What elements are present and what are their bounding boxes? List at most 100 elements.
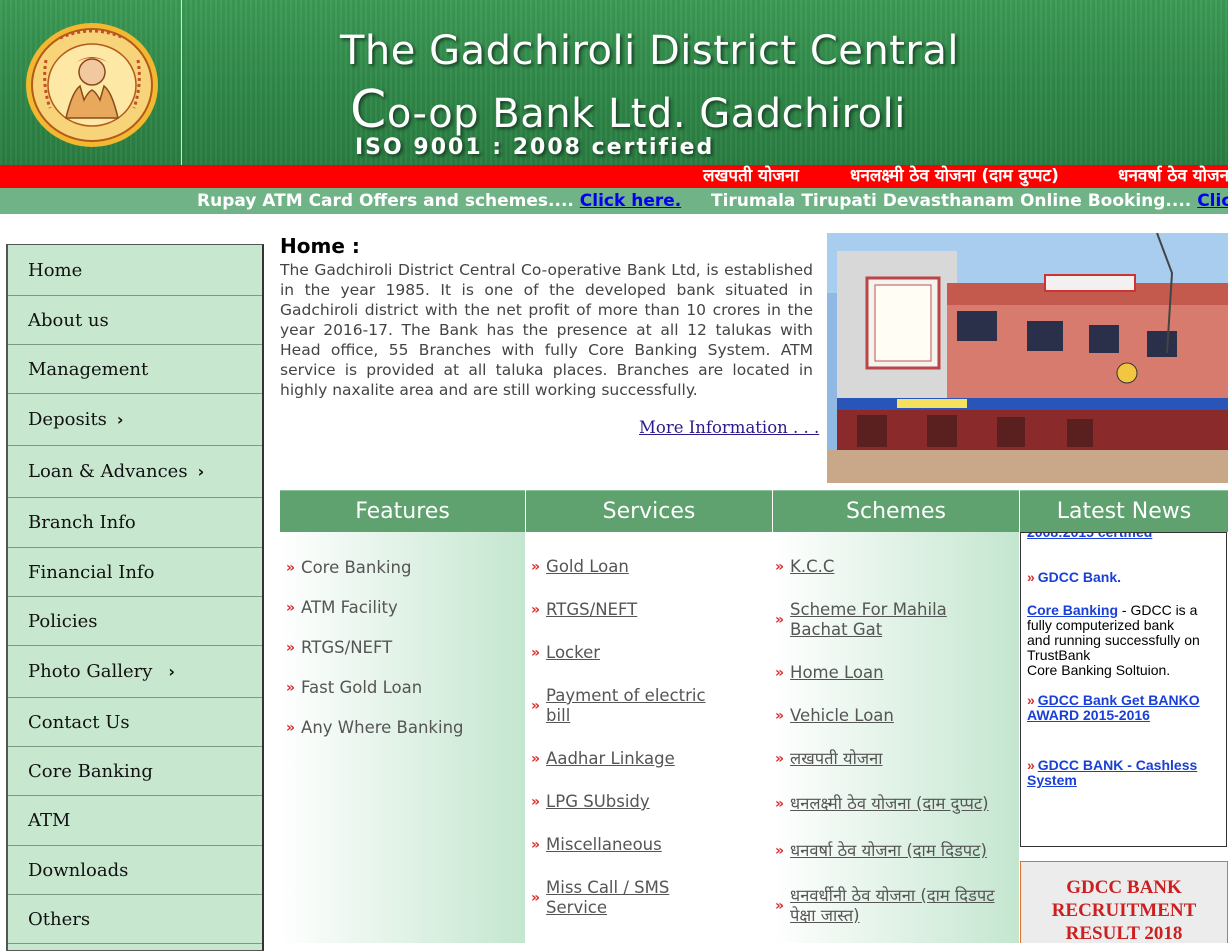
bank-emblem-seal-icon (26, 23, 158, 147)
news-scrolled-item[interactable]: 2008:2015 certified (1027, 533, 1152, 540)
nav-item-photo-gallery[interactable]: Photo Gallery › (8, 646, 262, 698)
arrow-bullet-icon: » (531, 602, 541, 618)
features-list: » Core Banking » ATM Facility » RTGS/NEFT »… (280, 532, 525, 943)
more-information-link[interactable]: More Information . . . (639, 418, 819, 437)
nav-item-core-banking[interactable]: Core Banking (8, 747, 262, 796)
intro-paragraph: The Gadchiroli District Central Co-opera… (280, 261, 813, 399)
nav-item-home[interactable]: Home (8, 245, 262, 296)
nav-item-label: Policies (28, 610, 98, 632)
bank-logo[interactable] (0, 0, 182, 165)
scheme-link-lakhpati[interactable]: लखपती योजना (790, 749, 883, 769)
list-item: » RTGS/NEFT (531, 600, 637, 620)
ticker-offer-ttd: Tirumala Tirupati Devasthanam Online Boo… (711, 188, 1228, 214)
arrow-bullet-icon: » (531, 698, 541, 714)
list-item: » Miss Call / SMS Service (531, 878, 706, 918)
ticker-offer-text: Tirumala Tirupati Devasthanam Online Boo… (711, 191, 1192, 211)
arrow-bullet-icon: » (286, 560, 296, 576)
list-item: » LPG SUbsidy (531, 792, 650, 812)
nav-item-others[interactable]: Others (8, 895, 262, 944)
recruitment-result-banner[interactable]: GDCC BANK RECRUITMENT RESULT 2018 (1020, 861, 1228, 944)
feature-label: ATM Facility (301, 598, 398, 617)
service-link-rtgs-neft[interactable]: RTGS/NEFT (546, 600, 637, 620)
nav-item-label: Downloads (28, 859, 129, 881)
scheme-link-kcc[interactable]: K.C.C (790, 557, 834, 577)
scheme-link-vehicle-loan[interactable]: Vehicle Loan (790, 706, 894, 726)
list-item: » Gold Loan (531, 557, 629, 577)
arrow-bullet-icon: » (286, 640, 296, 656)
nav-item-financial-info[interactable]: Financial Info (8, 548, 262, 597)
arrow-bullet-icon: » (1027, 692, 1035, 708)
list-item: » Home Loan (775, 663, 884, 683)
scheme-link-dhanvarsha[interactable]: धनवर्षा ठेव योजना (दाम दिडपट) (790, 841, 987, 861)
arrow-bullet-icon: » (775, 612, 785, 628)
nav-item-label: Others (28, 908, 91, 930)
arrow-bullet-icon: » (286, 600, 296, 616)
ticker-click-link[interactable]: Click (1197, 191, 1228, 211)
nav-item-management[interactable]: Management (8, 345, 262, 394)
service-link-locker[interactable]: Locker (546, 643, 600, 663)
scheme-link-dhanvardhini[interactable]: धनवर्धीनी ठेव योजना (दाम दिडपट पेक्षा जा… (790, 886, 1013, 926)
nav-item-downloads[interactable]: Downloads (8, 846, 262, 895)
scheme-link-mahila-bachat[interactable]: Scheme For Mahila Bachat Gat (790, 600, 975, 640)
nav-item-label: Financial Info (28, 561, 155, 583)
nav-item-contact-us[interactable]: Contact Us (8, 698, 262, 747)
service-link-gold-loan[interactable]: Gold Loan (546, 557, 629, 577)
ticker-item[interactable]: धनवर्षा ठेव योजना (1118, 165, 1228, 188)
schemes-list: » K.C.C » Scheme For Mahila Bachat Gat » Ho… (773, 532, 1019, 943)
services-list: » Gold Loan » RTGS/NEFT » Locker » Payment o… (526, 532, 772, 943)
arrow-bullet-icon: » (775, 665, 785, 681)
recruit-line: GDCC BANK (1066, 877, 1182, 898)
service-link-miss-call[interactable]: Miss Call / SMS Service (546, 878, 706, 918)
ticker-item[interactable]: लखपती योजना (703, 165, 799, 188)
nav-item-about-us[interactable]: About us (8, 296, 262, 345)
ticker-offer-rupay: Rupay ATM Card Offers and schemes.... Cl… (197, 188, 681, 214)
nav-item-label: Contact Us (28, 711, 130, 733)
scheme-link-home-loan[interactable]: Home Loan (790, 663, 884, 683)
ticker-item[interactable]: धनलक्ष्मी ठेव योजना (दाम दुप्पट) (850, 165, 1059, 188)
nav-item-policies[interactable]: Policies (8, 597, 262, 646)
service-link-lpg[interactable]: LPG SUbsidy (546, 792, 650, 812)
sidebar-nav: Home About us Management Deposits › Loan … (6, 244, 264, 951)
list-item: » Locker (531, 643, 600, 663)
list-item: » Core Banking (286, 558, 411, 578)
service-link-misc[interactable]: Miscellaneous (546, 835, 662, 855)
list-item: » Miscellaneous (531, 835, 662, 855)
arrow-bullet-icon: » (1027, 569, 1035, 585)
latest-news-header: Latest News (1020, 490, 1228, 532)
bank-title-line-2: Co-op Bank Ltd. Gadchiroli (350, 80, 906, 140)
offers-ticker[interactable]: Rupay ATM Card Offers and schemes.... Cl… (0, 188, 1228, 214)
nav-item-label: Loan & Advances (28, 461, 188, 482)
list-item: » Payment of electric bill (531, 686, 721, 726)
arrow-bullet-icon: » (775, 751, 785, 767)
nav-item-label: Home (28, 259, 83, 281)
services-header: Services (526, 490, 772, 532)
banko-award-link[interactable]: GDCC Bank Get BANKO AWARD 2015-2016 (1027, 692, 1200, 723)
bank-title-initial: C (350, 80, 387, 140)
news-item-title: GDCC Bank. (1037, 569, 1122, 585)
nav-item-deposits[interactable]: Deposits › (8, 394, 262, 446)
bank-title-line-1: The Gadchiroli District Central (340, 28, 959, 74)
core-banking-link[interactable]: Core Banking (1027, 602, 1118, 618)
latest-news-panel[interactable]: 2008:2015 certified » GDCC Bank. Core Ban… (1020, 532, 1227, 847)
nav-item-label: About us (28, 309, 109, 331)
feature-label: Fast Gold Loan (301, 678, 423, 697)
nav-item-atm[interactable]: ATM (8, 796, 262, 846)
ticker-click-here-link[interactable]: Click here. (580, 191, 681, 211)
list-item: » धनलक्ष्मी ठेव योजना (दाम दुप्पट) (775, 794, 989, 814)
nav-item-loan-advances[interactable]: Loan & Advances › (8, 446, 262, 498)
arrow-bullet-icon: » (531, 645, 541, 661)
list-item: » Vehicle Loan (775, 706, 894, 726)
service-link-electric-bill[interactable]: Payment of electric bill (546, 686, 721, 726)
nav-item-branch-info[interactable]: Branch Info (8, 498, 262, 548)
recruit-line: RESULT 2018 (1065, 923, 1183, 944)
list-item: » लखपती योजना (775, 749, 883, 769)
cashless-system-link[interactable]: GDCC BANK - Cashless System (1027, 757, 1197, 788)
schemes-header: Schemes (773, 490, 1019, 532)
scheme-link-dhanlakshmi[interactable]: धनलक्ष्मी ठेव योजना (दाम दुप्पट) (790, 794, 989, 814)
bank-title-rest: o-op Bank Ltd. Gadchiroli (386, 91, 906, 137)
news-item-core-banking: Core Banking - GDCC is a fully computeri… (1027, 603, 1223, 633)
service-link-aadhar[interactable]: Aadhar Linkage (546, 749, 675, 769)
scheme-ticker[interactable]: लखपती योजना धनलक्ष्मी ठेव योजना (दाम दुप… (0, 165, 1228, 188)
iso-certification: ISO 9001 : 2008 certified (355, 135, 715, 160)
news-text-line: Core Banking Soltuion. (1027, 662, 1171, 678)
